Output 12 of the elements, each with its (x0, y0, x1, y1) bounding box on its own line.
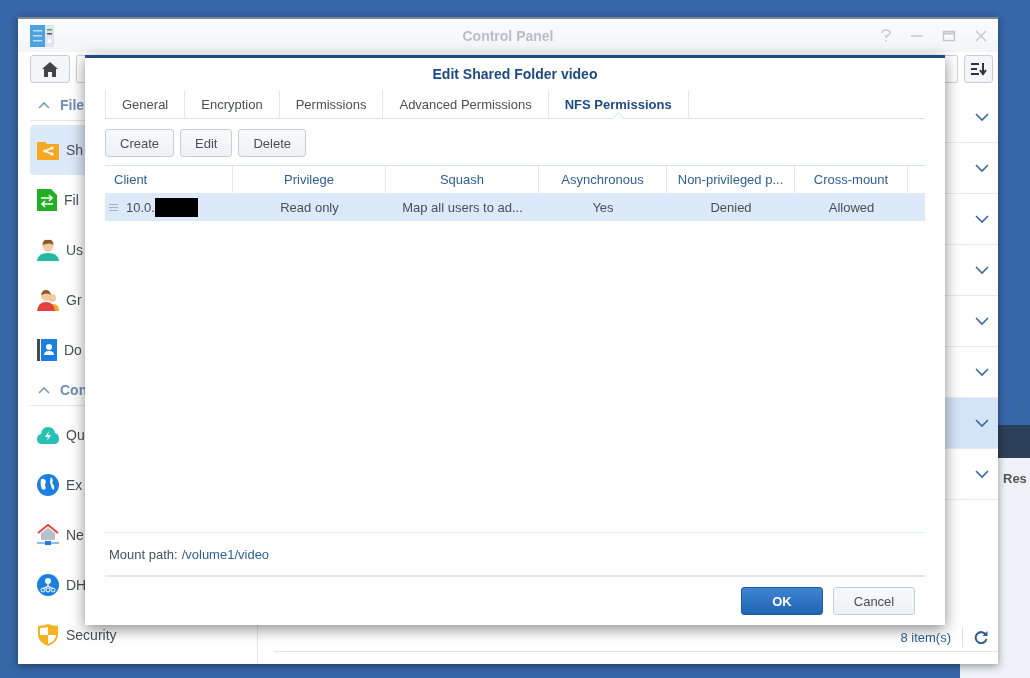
window-label: Res (1003, 471, 1027, 486)
table-cell: Map all users to ad... (402, 200, 523, 215)
dialog-title: Edit Shared Folder video (431, 65, 599, 84)
table-cell: Denied (710, 200, 752, 215)
table-cell: Yes (592, 200, 614, 215)
table-cell: Allowed (828, 200, 875, 215)
mount-path-value: /volume1/video (181, 546, 270, 562)
item-count: 8 item(s) (900, 629, 951, 645)
table-cell: Read only (280, 200, 339, 215)
table-cell: 10.0. (126, 200, 155, 215)
window-title: Control Panel (462, 27, 554, 44)
mount-path-label: Mount path: (109, 546, 178, 562)
